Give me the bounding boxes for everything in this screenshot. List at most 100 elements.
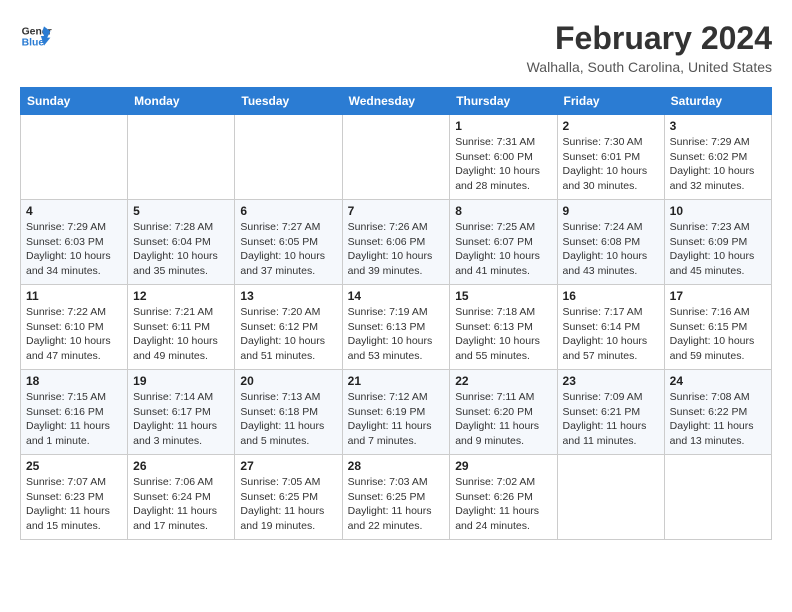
day-info: Sunrise: 7:23 AM Sunset: 6:09 PM Dayligh… — [670, 220, 766, 279]
day-info: Sunrise: 7:28 AM Sunset: 6:04 PM Dayligh… — [133, 220, 229, 279]
calendar-cell — [557, 455, 664, 540]
calendar-cell: 10 Sunrise: 7:23 AM Sunset: 6:09 PM Dayli… — [664, 200, 771, 285]
month-year-title: February 2024 — [527, 20, 772, 57]
day-number: 6 — [240, 204, 336, 218]
day-number: 18 — [26, 374, 122, 388]
calendar-cell: 8 Sunrise: 7:25 AM Sunset: 6:07 PM Daylig… — [450, 200, 557, 285]
day-number: 10 — [670, 204, 766, 218]
calendar-header-row: SundayMondayTuesdayWednesdayThursdayFrid… — [21, 88, 772, 115]
day-info: Sunrise: 7:08 AM Sunset: 6:22 PM Dayligh… — [670, 390, 766, 449]
day-info: Sunrise: 7:27 AM Sunset: 6:05 PM Dayligh… — [240, 220, 336, 279]
logo-icon: General Blue — [20, 20, 52, 52]
calendar-cell — [235, 115, 342, 200]
calendar-cell: 27 Sunrise: 7:05 AM Sunset: 6:25 PM Dayli… — [235, 455, 342, 540]
day-number: 28 — [348, 459, 445, 473]
calendar-cell — [342, 115, 450, 200]
day-info: Sunrise: 7:16 AM Sunset: 6:15 PM Dayligh… — [670, 305, 766, 364]
header-day-wednesday: Wednesday — [342, 88, 450, 115]
day-number: 1 — [455, 119, 551, 133]
day-number: 3 — [670, 119, 766, 133]
calendar-cell: 29 Sunrise: 7:02 AM Sunset: 6:26 PM Dayli… — [450, 455, 557, 540]
header-day-friday: Friday — [557, 88, 664, 115]
week-row-3: 11 Sunrise: 7:22 AM Sunset: 6:10 PM Dayli… — [21, 285, 772, 370]
day-number: 19 — [133, 374, 229, 388]
calendar-cell: 14 Sunrise: 7:19 AM Sunset: 6:13 PM Dayli… — [342, 285, 450, 370]
day-info: Sunrise: 7:29 AM Sunset: 6:03 PM Dayligh… — [26, 220, 122, 279]
calendar-cell: 1 Sunrise: 7:31 AM Sunset: 6:00 PM Daylig… — [450, 115, 557, 200]
day-number: 23 — [563, 374, 659, 388]
day-info: Sunrise: 7:25 AM Sunset: 6:07 PM Dayligh… — [455, 220, 551, 279]
day-info: Sunrise: 7:03 AM Sunset: 6:25 PM Dayligh… — [348, 475, 445, 534]
calendar-cell — [21, 115, 128, 200]
calendar-cell — [664, 455, 771, 540]
day-info: Sunrise: 7:21 AM Sunset: 6:11 PM Dayligh… — [133, 305, 229, 364]
calendar-cell: 20Sunrise: 7:13 AM Sunset: 6:18 PM Dayli… — [235, 370, 342, 455]
day-info: Sunrise: 7:24 AM Sunset: 6:08 PM Dayligh… — [563, 220, 659, 279]
day-number: 4 — [26, 204, 122, 218]
calendar-cell: 13Sunrise: 7:20 AM Sunset: 6:12 PM Dayli… — [235, 285, 342, 370]
week-row-4: 18 Sunrise: 7:15 AM Sunset: 6:16 PM Dayli… — [21, 370, 772, 455]
day-number: 25 — [26, 459, 122, 473]
day-number: 12 — [133, 289, 229, 303]
header-day-monday: Monday — [128, 88, 235, 115]
day-number: 17 — [670, 289, 766, 303]
day-number: 21 — [348, 374, 445, 388]
day-number: 11 — [26, 289, 122, 303]
day-info: Sunrise: 7:30 AM Sunset: 6:01 PM Dayligh… — [563, 135, 659, 194]
day-number: 22 — [455, 374, 551, 388]
day-number: 20 — [240, 374, 336, 388]
day-number: 15 — [455, 289, 551, 303]
header-day-saturday: Saturday — [664, 88, 771, 115]
day-info: Sunrise: 7:31 AM Sunset: 6:00 PM Dayligh… — [455, 135, 551, 194]
calendar-table: SundayMondayTuesdayWednesdayThursdayFrid… — [20, 87, 772, 540]
day-number: 29 — [455, 459, 551, 473]
day-info: Sunrise: 7:02 AM Sunset: 6:26 PM Dayligh… — [455, 475, 551, 534]
day-info: Sunrise: 7:07 AM Sunset: 6:23 PM Dayligh… — [26, 475, 122, 534]
calendar-cell: 25 Sunrise: 7:07 AM Sunset: 6:23 PM Dayli… — [21, 455, 128, 540]
day-info: Sunrise: 7:09 AM Sunset: 6:21 PM Dayligh… — [563, 390, 659, 449]
calendar-cell: 26Sunrise: 7:06 AM Sunset: 6:24 PM Dayli… — [128, 455, 235, 540]
day-info: Sunrise: 7:05 AM Sunset: 6:25 PM Dayligh… — [240, 475, 336, 534]
day-number: 2 — [563, 119, 659, 133]
calendar-cell: 3 Sunrise: 7:29 AM Sunset: 6:02 PM Daylig… — [664, 115, 771, 200]
location-subtitle: Walhalla, South Carolina, United States — [527, 59, 772, 75]
calendar-cell: 7 Sunrise: 7:26 AM Sunset: 6:06 PM Daylig… — [342, 200, 450, 285]
calendar-cell: 6 Sunrise: 7:27 AM Sunset: 6:05 PM Daylig… — [235, 200, 342, 285]
calendar-cell: 22 Sunrise: 7:11 AM Sunset: 6:20 PM Dayli… — [450, 370, 557, 455]
day-number: 14 — [348, 289, 445, 303]
logo: General Blue — [20, 20, 52, 52]
calendar-cell: 9 Sunrise: 7:24 AM Sunset: 6:08 PM Daylig… — [557, 200, 664, 285]
header-day-thursday: Thursday — [450, 88, 557, 115]
calendar-cell: 24 Sunrise: 7:08 AM Sunset: 6:22 PM Dayli… — [664, 370, 771, 455]
day-number: 9 — [563, 204, 659, 218]
calendar-cell: 2 Sunrise: 7:30 AM Sunset: 6:01 PM Daylig… — [557, 115, 664, 200]
calendar-cell — [128, 115, 235, 200]
day-info: Sunrise: 7:22 AM Sunset: 6:10 PM Dayligh… — [26, 305, 122, 364]
calendar-cell: 4 Sunrise: 7:29 AM Sunset: 6:03 PM Daylig… — [21, 200, 128, 285]
day-info: Sunrise: 7:11 AM Sunset: 6:20 PM Dayligh… — [455, 390, 551, 449]
day-number: 16 — [563, 289, 659, 303]
day-info: Sunrise: 7:19 AM Sunset: 6:13 PM Dayligh… — [348, 305, 445, 364]
day-info: Sunrise: 7:29 AM Sunset: 6:02 PM Dayligh… — [670, 135, 766, 194]
calendar-cell: 17 Sunrise: 7:16 AM Sunset: 6:15 PM Dayli… — [664, 285, 771, 370]
week-row-1: 1 Sunrise: 7:31 AM Sunset: 6:00 PM Daylig… — [21, 115, 772, 200]
day-number: 13 — [240, 289, 336, 303]
day-number: 5 — [133, 204, 229, 218]
header-day-tuesday: Tuesday — [235, 88, 342, 115]
day-info: Sunrise: 7:06 AM Sunset: 6:24 PM Dayligh… — [133, 475, 229, 534]
day-info: Sunrise: 7:17 AM Sunset: 6:14 PM Dayligh… — [563, 305, 659, 364]
calendar-cell: 19Sunrise: 7:14 AM Sunset: 6:17 PM Dayli… — [128, 370, 235, 455]
day-number: 27 — [240, 459, 336, 473]
day-info: Sunrise: 7:18 AM Sunset: 6:13 PM Dayligh… — [455, 305, 551, 364]
calendar-cell: 11 Sunrise: 7:22 AM Sunset: 6:10 PM Dayli… — [21, 285, 128, 370]
calendar-cell: 12 Sunrise: 7:21 AM Sunset: 6:11 PM Dayli… — [128, 285, 235, 370]
day-number: 24 — [670, 374, 766, 388]
day-info: Sunrise: 7:26 AM Sunset: 6:06 PM Dayligh… — [348, 220, 445, 279]
calendar-cell: 16 Sunrise: 7:17 AM Sunset: 6:14 PM Dayli… — [557, 285, 664, 370]
day-number: 8 — [455, 204, 551, 218]
calendar-cell: 5 Sunrise: 7:28 AM Sunset: 6:04 PM Daylig… — [128, 200, 235, 285]
calendar-cell: 28 Sunrise: 7:03 AM Sunset: 6:25 PM Dayli… — [342, 455, 450, 540]
week-row-2: 4 Sunrise: 7:29 AM Sunset: 6:03 PM Daylig… — [21, 200, 772, 285]
day-number: 7 — [348, 204, 445, 218]
day-info: Sunrise: 7:15 AM Sunset: 6:16 PM Dayligh… — [26, 390, 122, 449]
